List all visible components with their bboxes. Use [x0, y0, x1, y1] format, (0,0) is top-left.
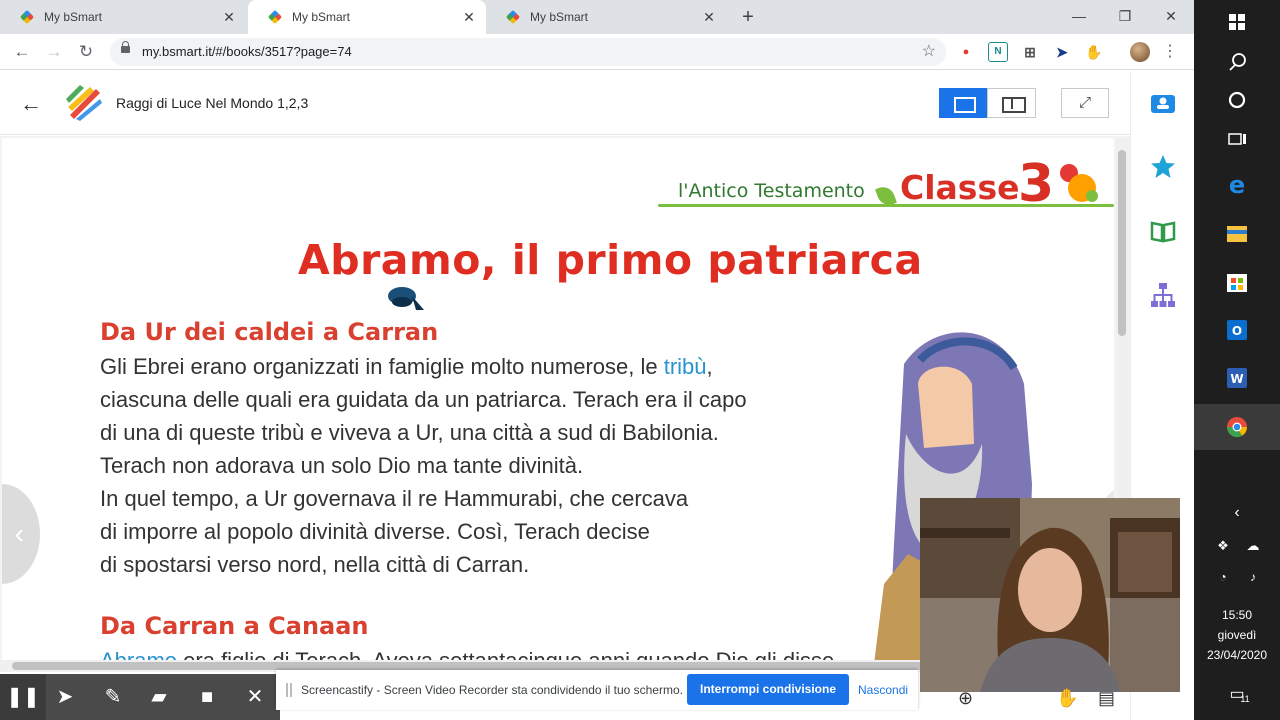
- menu-kebab-icon[interactable]: ⋮: [1162, 41, 1178, 61]
- tab-strip: My bSmart ✕ My bSmart ✕ My bSmart ✕ + ― …: [0, 0, 1194, 34]
- lock-icon: [121, 41, 130, 53]
- screencastify-icon[interactable]: ●: [956, 42, 976, 62]
- zoom-in-icon[interactable]: ⊕: [958, 688, 973, 709]
- text-span: ,: [706, 354, 713, 379]
- notification-count: 11: [1240, 694, 1250, 704]
- svg-text:e: e: [1229, 171, 1245, 199]
- text-span: Gli Ebrei erano organizzati in famiglie …: [100, 354, 664, 379]
- hand-extension-icon[interactable]: ✋: [1084, 42, 1104, 62]
- tab-1[interactable]: My bSmart ✕: [0, 0, 246, 34]
- sharing-notice-text: Screencastify - Screen Video Recorder st…: [301, 683, 683, 697]
- book-icon[interactable]: [1149, 217, 1177, 245]
- classroom-icon[interactable]: [1149, 89, 1177, 117]
- decor-dot-icon: [1086, 190, 1098, 202]
- section-tag: l'Antico Testamento: [678, 180, 865, 202]
- paragraph-line: di imporre al popolo divinità diverse. C…: [100, 519, 650, 544]
- browser-toolbar: ← → ↻ my.bsmart.it/#/books/3517?page=74 …: [0, 34, 1194, 70]
- restore-icon[interactable]: ❐: [1102, 4, 1148, 28]
- file-explorer-icon[interactable]: [1194, 212, 1280, 258]
- address-bar[interactable]: my.bsmart.it/#/books/3517?page=74 ☆: [110, 38, 946, 66]
- clock-day[interactable]: giovedì: [1194, 628, 1280, 642]
- tab-close-icon[interactable]: ✕: [460, 8, 478, 26]
- new-tab-plus-icon[interactable]: +: [738, 6, 758, 28]
- paragraph-line: di spostarsi verso nord, nella città di …: [100, 552, 530, 577]
- subheading: Da Carran a Canaan: [100, 612, 369, 640]
- tab-close-icon[interactable]: ✕: [700, 8, 718, 26]
- arrow-extension-icon[interactable]: ➤: [1052, 42, 1072, 62]
- chapter-title: Abramo, il primo patriarca: [298, 236, 923, 284]
- sitemap-icon[interactable]: [1149, 281, 1177, 309]
- tab-2[interactable]: My bSmart ✕: [248, 0, 486, 34]
- camera-toggle-icon[interactable]: ■: [184, 674, 230, 720]
- tab-title: My bSmart: [530, 10, 589, 24]
- back-arrow-icon[interactable]: ←: [20, 91, 42, 117]
- grid-extension-icon[interactable]: ⊞: [1020, 42, 1040, 62]
- webcam-overlay: [920, 498, 1180, 692]
- url-text: my.bsmart.it/#/books/3517?page=74: [142, 44, 352, 59]
- header-rule: [658, 204, 1114, 207]
- edge-icon[interactable]: e: [1194, 162, 1280, 208]
- close-toolbar-icon[interactable]: ✕: [232, 674, 278, 720]
- single-page-view-button[interactable]: [939, 88, 987, 118]
- stop-sharing-button[interactable]: Interrompi condivisione: [687, 674, 849, 705]
- book-logo-icon: [66, 85, 102, 121]
- outlook-icon[interactable]: O: [1194, 308, 1280, 354]
- tab-3[interactable]: My bSmart ✕: [486, 0, 726, 34]
- graduation-cap-cursor-icon: [388, 287, 424, 310]
- double-page-view-button[interactable]: [987, 88, 1036, 118]
- fullscreen-button[interactable]: ⤢: [1061, 88, 1109, 118]
- svg-text:W: W: [1230, 372, 1243, 386]
- star-icon[interactable]: [1149, 153, 1177, 181]
- bookmark-star-icon[interactable]: ☆: [922, 41, 936, 61]
- tab-title: My bSmart: [292, 10, 351, 24]
- word-icon[interactable]: W: [1194, 356, 1280, 402]
- svg-text:O: O: [1232, 324, 1242, 338]
- glossary-term-link[interactable]: tribù: [664, 354, 707, 379]
- network-alert-icon[interactable]: ☁: [1210, 538, 1280, 554]
- previous-page-button[interactable]: ‹: [2, 484, 40, 584]
- tab-close-icon[interactable]: ✕: [220, 8, 238, 26]
- class-label: Classe: [900, 168, 1020, 207]
- task-view-icon[interactable]: [1194, 118, 1280, 164]
- subheading: Da Ur dei caldei a Carran: [100, 318, 439, 346]
- paragraph-line: ciascuna delle quali era guidata da un p…: [100, 387, 747, 412]
- back-icon[interactable]: ←: [10, 40, 34, 64]
- screencastify-toolbar: ❚❚ ➤ ✎ ▰ ■ ✕: [0, 674, 280, 720]
- clock-date[interactable]: 23/04/2020: [1194, 648, 1280, 662]
- paragraph-line: Terach non adorava un solo Dio ma tante …: [100, 453, 584, 478]
- paragraph-line: Gli Ebrei erano organizzati in famiglie …: [100, 354, 713, 380]
- book-title: Raggi di Luce Nel Mondo 1,2,3: [116, 95, 309, 111]
- chrome-icon[interactable]: [1194, 404, 1280, 450]
- windows-taskbar: e O W ‹ ❖ ☁ ◔ ♪ 15:50 giovedì 23/04/2020…: [1194, 0, 1280, 720]
- profile-avatar[interactable]: [1130, 42, 1150, 62]
- eraser-tool-icon[interactable]: ▰: [136, 674, 182, 720]
- hide-notice-link[interactable]: Nascondi: [858, 683, 908, 697]
- pointer-tool-icon[interactable]: ➤: [42, 674, 88, 720]
- note-icon[interactable]: ▤: [1098, 688, 1115, 709]
- drag-handle-icon[interactable]: [286, 683, 292, 697]
- bsmart-favicon-icon: [506, 10, 520, 24]
- show-hidden-icons-chevron-icon[interactable]: ‹: [1194, 504, 1280, 522]
- paragraph-line: di una di queste tribù e viveva a Ur, un…: [100, 420, 719, 445]
- reload-icon[interactable]: ↻: [74, 40, 98, 64]
- screen-sharing-notice: Screencastify - Screen Video Recorder st…: [276, 670, 918, 710]
- forward-icon[interactable]: →: [42, 40, 66, 64]
- pen-tool-icon[interactable]: ✎: [90, 674, 136, 720]
- scroll-thumb[interactable]: [1118, 150, 1126, 336]
- n-extension-icon[interactable]: N: [988, 42, 1008, 62]
- pan-hand-icon[interactable]: ✋: [1056, 688, 1078, 709]
- app-header: ← Raggi di Luce Nel Mondo 1,2,3 ⤢: [0, 71, 1130, 135]
- bsmart-favicon-icon: [268, 10, 282, 24]
- volume-icon[interactable]: ♪: [1210, 570, 1280, 584]
- tab-title: My bSmart: [44, 10, 103, 24]
- clock-time[interactable]: 15:50: [1194, 608, 1280, 622]
- minimize-icon[interactable]: ―: [1056, 4, 1102, 28]
- window-close-icon[interactable]: ✕: [1148, 4, 1194, 28]
- bsmart-favicon-icon: [20, 10, 34, 24]
- pause-recording-icon[interactable]: ❚❚: [0, 674, 46, 720]
- store-icon[interactable]: [1194, 260, 1280, 306]
- scroll-thumb[interactable]: [12, 662, 1012, 670]
- paragraph-line: In quel tempo, a Ur governava il re Hamm…: [100, 486, 689, 511]
